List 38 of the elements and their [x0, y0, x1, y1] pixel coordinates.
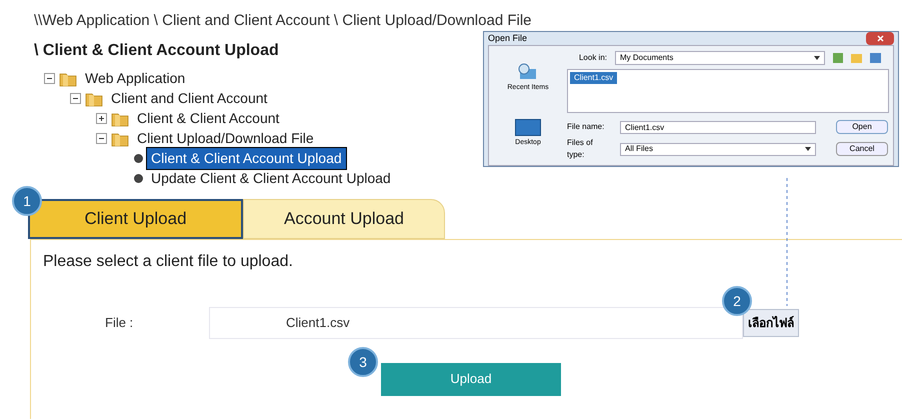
- open-button[interactable]: Open: [836, 120, 888, 134]
- file-type-label: Files of type:: [567, 137, 594, 161]
- caret-icon: [814, 56, 820, 60]
- file-path-field[interactable]: Client1.csv: [209, 306, 743, 338]
- tab[interactable]: Client Upload: [28, 198, 243, 238]
- minus-box-icon[interactable]: [96, 133, 107, 144]
- look-in-label: Look in:: [578, 52, 607, 64]
- tree-item[interactable]: Update Client & Client Account Upload: [147, 168, 395, 189]
- file-type-dropdown[interactable]: All Files: [620, 142, 816, 156]
- caret-icon: [805, 147, 811, 151]
- page-title: \ Client & Client Account Upload: [34, 40, 280, 60]
- breadcrumb-path: \\Web Application \ Client and Client Account \ Client Upload/Download File: [33, 11, 532, 31]
- browse-button[interactable]: เลือกไฟล์: [743, 308, 799, 336]
- step-badge: 1: [12, 186, 42, 216]
- minus-box-icon[interactable]: [70, 93, 81, 104]
- instruction-text: Please select a client file to upload.: [43, 252, 294, 272]
- tree-item[interactable]: Client & Client Account Upload: [147, 148, 346, 169]
- tree-item[interactable]: Client and Client Account: [107, 88, 272, 109]
- bullet-icon: [134, 154, 143, 163]
- dialog-title: Open File: [488, 32, 528, 45]
- file-name-label: File name:: [567, 121, 606, 133]
- close-icon[interactable]: [866, 32, 894, 45]
- file-label: File :: [105, 314, 134, 332]
- step-badge: 2: [722, 286, 752, 316]
- file-name-field[interactable]: Client1.csv: [620, 120, 816, 134]
- step-badge: 3: [348, 347, 378, 377]
- look-in-dropdown[interactable]: My Documents: [615, 51, 825, 65]
- bullet-icon: [134, 174, 143, 183]
- tree-item[interactable]: Client & Client Account: [133, 108, 284, 129]
- minus-box-icon[interactable]: [44, 73, 55, 84]
- tab[interactable]: Account Upload: [243, 198, 445, 238]
- tree-item[interactable]: Client Upload/Download File: [133, 128, 318, 149]
- monitor-icon: [515, 118, 541, 136]
- tree-item[interactable]: Web Application: [81, 68, 190, 89]
- clock-screen-icon: [517, 62, 539, 81]
- cancel-button[interactable]: Cancel: [836, 142, 888, 156]
- plus-box-icon[interactable]: [96, 113, 107, 124]
- file-item[interactable]: Client1.csv: [570, 72, 618, 84]
